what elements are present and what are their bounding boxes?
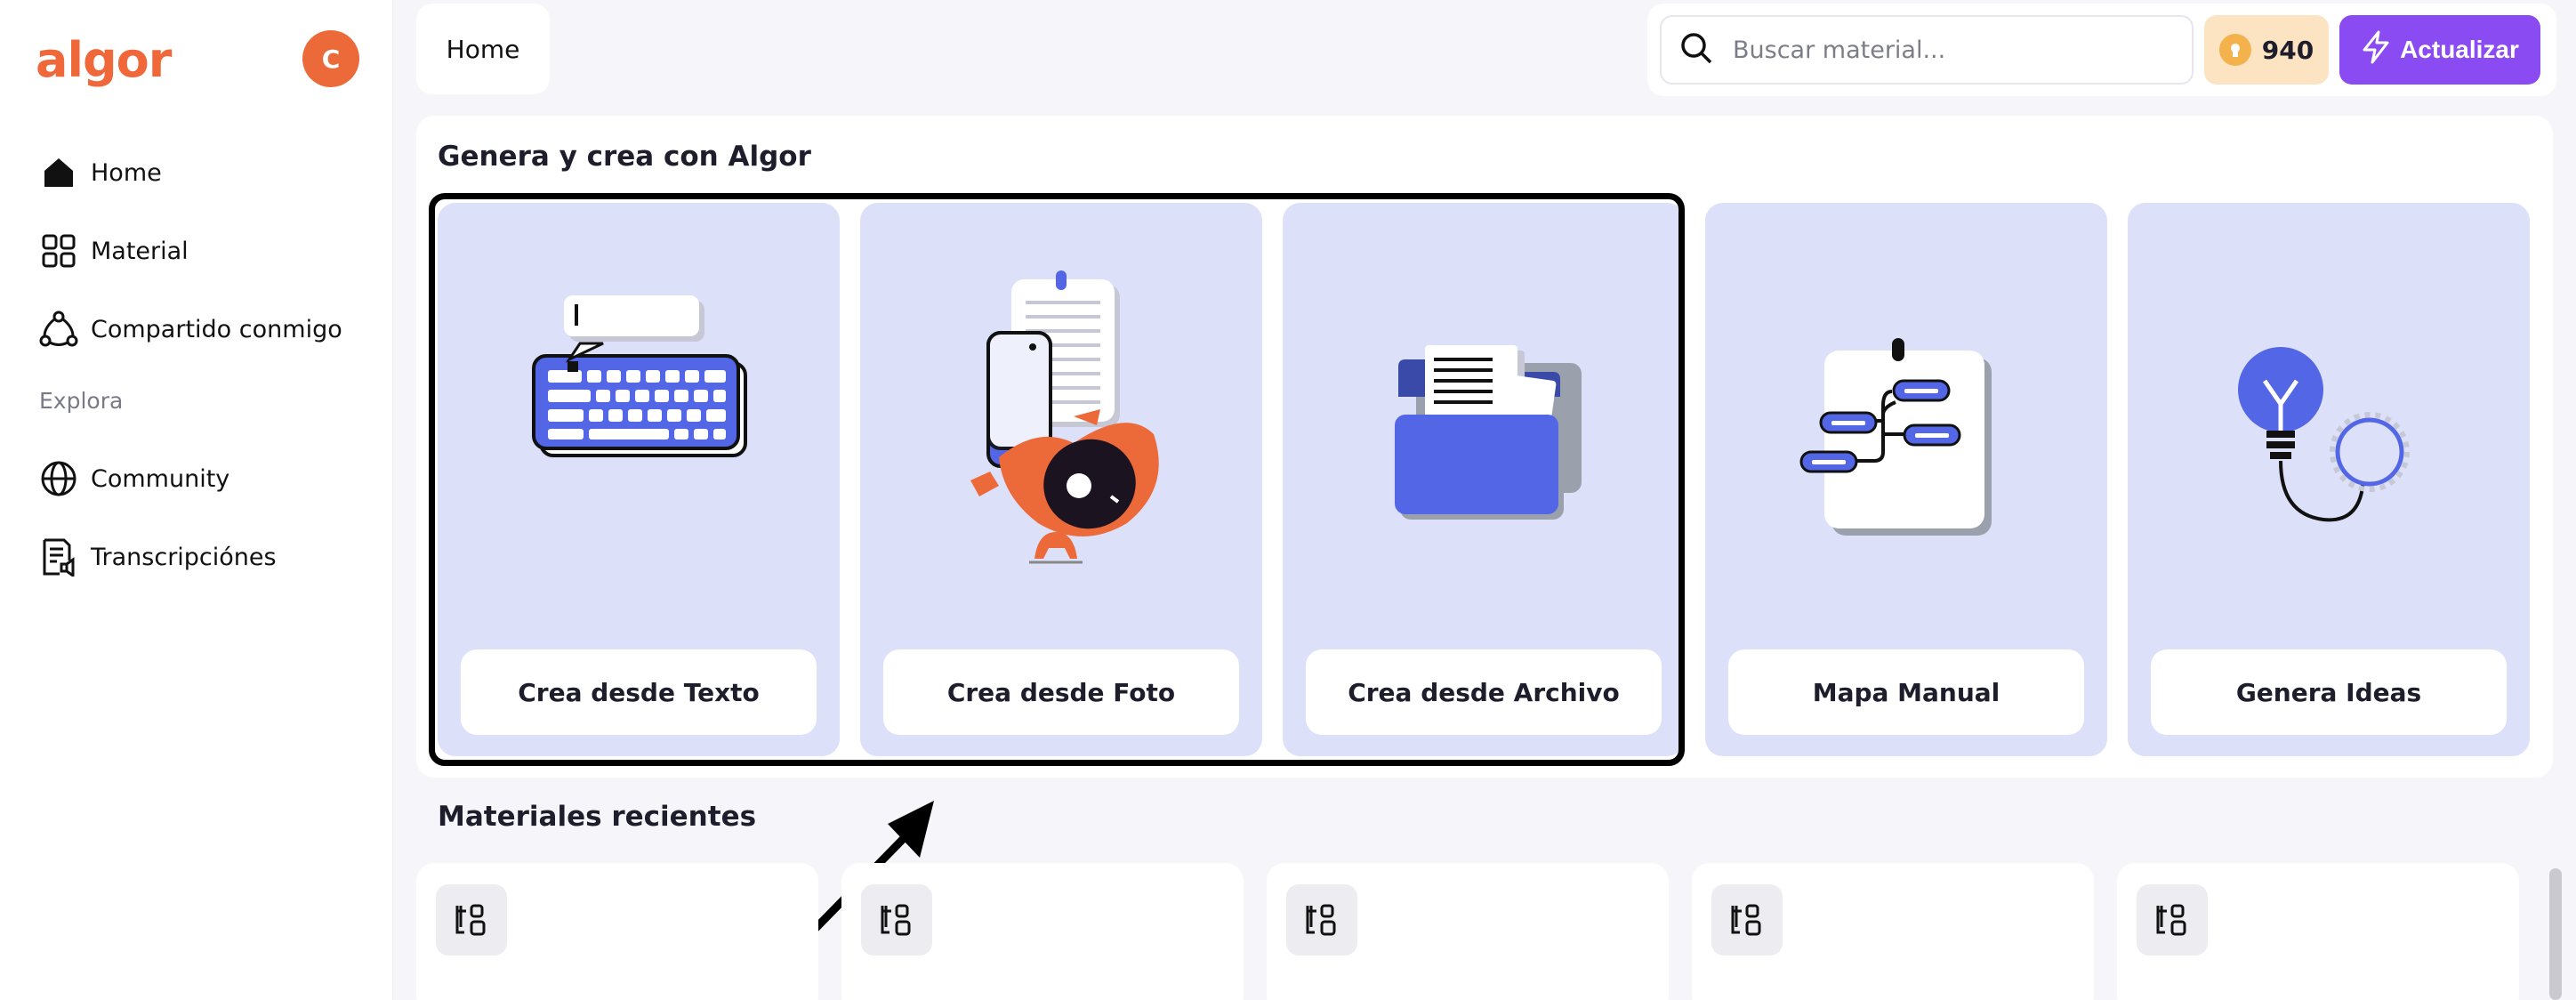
sidebar: algor C Home Material Compartido conmigo… [0, 0, 393, 1000]
credits-badge[interactable]: 940 [2204, 15, 2329, 85]
folder-icon [1395, 345, 1582, 520]
recent-title: Materiales recientes [438, 801, 757, 833]
share-icon [39, 310, 78, 349]
globe-icon [39, 459, 78, 498]
recent-item[interactable] [1267, 863, 1669, 1000]
sidebar-item-label: Material [91, 237, 189, 265]
sidebar-item-label: Compartido conmigo [91, 315, 342, 343]
mindmap-icon [1799, 338, 1992, 536]
card-create-from-photo[interactable]: Crea desde Foto [860, 203, 1262, 756]
sidebar-item-community[interactable]: Community [39, 452, 229, 505]
keyboard-icon [532, 295, 747, 457]
user-avatar[interactable]: C [302, 30, 359, 87]
search-icon [1679, 31, 1713, 69]
manual-map-button[interactable]: Mapa Manual [1728, 649, 2084, 735]
create-from-photo-button[interactable]: Crea desde Foto [883, 649, 1239, 735]
mindmap-small-icon [1711, 884, 1783, 956]
transcript-icon [39, 537, 78, 577]
recent-item[interactable] [1692, 863, 2094, 1000]
create-from-text-button[interactable]: Crea desde Texto [461, 649, 817, 735]
scrollbar[interactable] [2549, 868, 2562, 1000]
upgrade-button[interactable]: Actualizar [2339, 15, 2540, 85]
sidebar-item-label: Transcripciónes [91, 543, 277, 571]
generate-title: Genera y crea con Algor [438, 141, 811, 173]
photo-robot-icon [970, 270, 1159, 564]
lightbulb-icon [2238, 347, 2410, 522]
search-box[interactable] [1660, 15, 2194, 85]
card-create-from-text[interactable]: Crea desde Texto [438, 203, 840, 756]
generate-ideas-button[interactable]: Genera Ideas [2151, 649, 2507, 735]
sidebar-item-label: Community [91, 464, 230, 493]
sidebar-item-shared[interactable]: Compartido conmigo [39, 302, 342, 356]
mindmap-small-icon [861, 884, 932, 956]
explore-section-label: Explora [39, 388, 124, 414]
mindmap-small-icon [436, 884, 507, 956]
mindmap-small-icon [1286, 884, 1357, 956]
home-icon [39, 153, 78, 192]
recent-item[interactable] [2117, 863, 2519, 1000]
recent-item[interactable] [841, 863, 1244, 1000]
upgrade-label: Actualizar [2400, 36, 2519, 63]
app-logo[interactable]: algor [36, 32, 172, 88]
sidebar-item-transcriptions[interactable]: Transcripciónes [39, 530, 277, 584]
tab-home[interactable]: Home [416, 4, 550, 94]
sidebar-item-material[interactable]: Material [39, 224, 189, 278]
sidebar-item-home[interactable]: Home [39, 146, 162, 199]
sidebar-item-label: Home [91, 158, 162, 187]
card-manual-map[interactable]: Mapa Manual [1705, 203, 2107, 756]
mindmap-small-icon [2137, 884, 2208, 956]
credits-count: 940 [2261, 35, 2314, 65]
card-generate-ideas[interactable]: Genera Ideas [2128, 203, 2530, 756]
search-input[interactable] [1733, 36, 2151, 64]
coin-icon [2218, 34, 2251, 66]
card-create-from-file[interactable]: Crea desde Archivo [1283, 203, 1685, 756]
create-from-file-button[interactable]: Crea desde Archivo [1306, 649, 1662, 735]
recent-item[interactable] [416, 863, 818, 1000]
lightning-icon [2361, 30, 2391, 70]
grid-icon [39, 231, 78, 270]
